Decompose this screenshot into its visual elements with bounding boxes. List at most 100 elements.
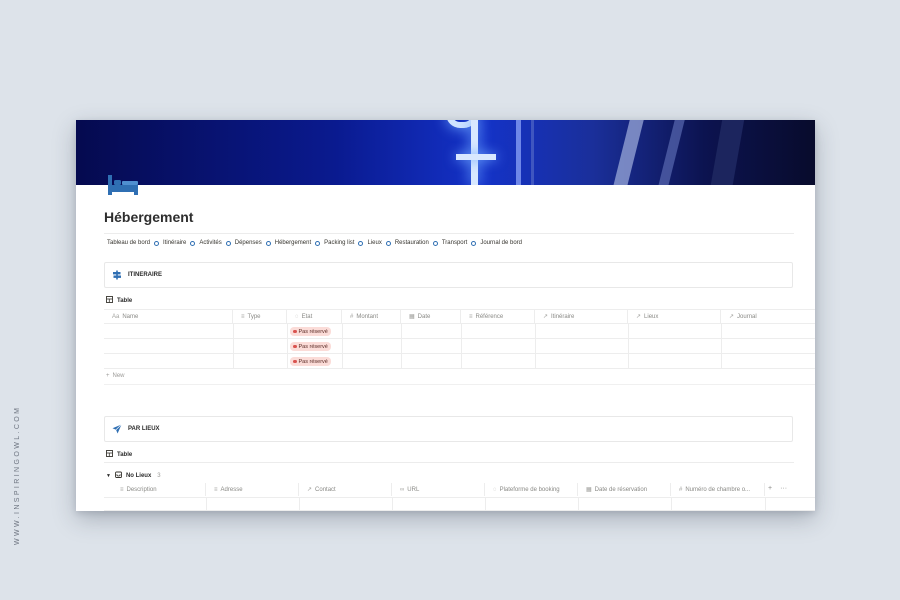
column-header-numero-chambre[interactable]: # Numéro de chambre o...	[671, 483, 765, 496]
signpost-icon	[112, 270, 122, 280]
table-actions: + ···	[768, 485, 787, 492]
breadcrumb-link[interactable]: Tableau de bord	[107, 240, 150, 246]
breadcrumb-separator-icon	[471, 240, 477, 246]
table-header: Aa Name ≡ Type ◌ Etat # Montant ▦ Date ≡ Référ…	[104, 309, 815, 324]
breadcrumb-link[interactable]: Restauration	[395, 240, 429, 246]
breadcrumb-link[interactable]: Packing list	[324, 240, 354, 246]
section-title: PAR LIEUX	[128, 426, 160, 432]
breadcrumb-separator-icon	[315, 240, 321, 246]
notion-page-window: Hébergement Tableau de bord Itinéraire A…	[76, 120, 815, 511]
breadcrumb: Tableau de bord Itinéraire Activités Dép…	[107, 240, 797, 246]
select-icon: ◌	[493, 486, 497, 493]
caret-down-icon[interactable]: ▼	[106, 473, 111, 479]
column-label: Plateforme de booking	[499, 486, 560, 493]
column-label: URL	[407, 486, 420, 493]
breadcrumb-link[interactable]: Lieux	[367, 240, 381, 246]
status-badge-label: Pas réservé	[298, 358, 328, 365]
status-badge[interactable]: Pas réservé	[290, 342, 331, 351]
view-tab-label: Table	[117, 297, 133, 304]
table-row[interactable]: Pas réservé	[104, 339, 815, 354]
column-label: Date	[417, 313, 431, 320]
more-options-button[interactable]: ···	[780, 485, 787, 492]
column-label: Référence	[475, 313, 504, 320]
column-label: Name	[122, 313, 139, 320]
column-header-type[interactable]: ≡ Type	[233, 310, 287, 323]
column-header-lieux[interactable]: ↗ Lieux	[628, 310, 721, 323]
table-icon	[106, 450, 113, 459]
breadcrumb-separator-icon	[358, 240, 364, 246]
breadcrumb-link[interactable]: Journal de bord	[480, 240, 522, 246]
status-icon: ◌	[295, 313, 299, 320]
paper-plane-icon	[112, 424, 122, 434]
divider	[104, 384, 815, 385]
new-row-label: New	[112, 373, 125, 379]
text-type-icon: Aa	[112, 313, 120, 320]
column-header-reference[interactable]: ≡ Référence	[461, 310, 535, 323]
page-title: Hébergement	[104, 209, 194, 225]
divider	[104, 233, 794, 234]
column-label: Type	[247, 313, 261, 320]
column-header-date[interactable]: ▦ Date	[401, 310, 461, 323]
breadcrumb-link[interactable]: Dépenses	[235, 240, 262, 246]
divider	[104, 462, 794, 463]
column-label: Itinéraire	[551, 313, 575, 320]
calendar-icon: ▦	[409, 314, 415, 320]
status-badge-label: Pas réservé	[298, 343, 328, 350]
text-lines-icon: ≡	[214, 486, 218, 493]
status-badge-label: Pas réservé	[298, 328, 328, 335]
column-header-itineraire[interactable]: ↗ Itinéraire	[535, 310, 628, 323]
status-badge[interactable]: Pas réservé	[290, 327, 331, 336]
link-icon: ∞	[400, 486, 405, 493]
section-callout-par-lieux: PAR LIEUX	[104, 416, 793, 442]
column-header-contact[interactable]: ↗ Contact	[299, 483, 392, 496]
column-label: Montant	[356, 313, 379, 320]
column-label: Date de réservation	[594, 486, 648, 493]
section-callout-itineraire: ITINERAIRE	[104, 262, 793, 288]
table-row[interactable]: Pas réservé	[104, 324, 815, 339]
relation-arrow-icon: ↗	[729, 314, 735, 320]
column-header-etat[interactable]: ◌ Etat	[287, 310, 342, 323]
relation-arrow-icon: ↗	[543, 314, 549, 320]
column-label: Numéro de chambre o...	[685, 486, 751, 493]
group-header-no-lieux[interactable]: ▼ No Lieux 3	[106, 471, 161, 480]
add-column-button[interactable]: +	[768, 485, 772, 492]
watermark-text: WWW.INSPIRINGOWL.COM	[14, 405, 21, 545]
table-header: ≡ Description ≡ Adresse ↗ Contact ∞ URL ◌ Pla…	[104, 483, 815, 498]
column-header-name[interactable]: Aa Name	[104, 310, 233, 323]
table-row[interactable]	[104, 498, 815, 511]
breadcrumb-separator-icon	[432, 240, 438, 246]
calendar-icon: ▦	[586, 487, 592, 493]
section-title: ITINERAIRE	[128, 272, 163, 278]
breadcrumb-separator-icon	[225, 240, 231, 246]
column-header-adresse[interactable]: ≡ Adresse	[206, 483, 299, 496]
breadcrumb-link[interactable]: Hébergement	[275, 240, 311, 246]
column-header-url[interactable]: ∞ URL	[392, 483, 485, 496]
number-icon: #	[679, 486, 683, 493]
column-label: Etat	[301, 313, 313, 320]
group-name: No Lieux	[125, 472, 152, 479]
breadcrumb-link[interactable]: Itinéraire	[163, 240, 186, 246]
relation-arrow-icon: ↗	[636, 314, 642, 320]
breadcrumb-link[interactable]: Activités	[199, 240, 221, 246]
view-tab-table[interactable]: Table	[106, 450, 132, 459]
number-icon: #	[350, 313, 354, 320]
new-row-button[interactable]: + New	[106, 373, 125, 379]
plus-icon: +	[106, 373, 110, 379]
status-badge[interactable]: Pas réservé	[290, 357, 331, 366]
column-label: Journal	[737, 313, 757, 320]
column-header-date-reservation[interactable]: ▦ Date de réservation	[578, 483, 671, 496]
column-header-plateforme[interactable]: ◌ Plateforme de booking	[485, 483, 578, 496]
bed-icon[interactable]	[106, 171, 140, 197]
list-icon: ≡	[241, 313, 245, 320]
column-header-journal[interactable]: ↗ Journal	[721, 310, 815, 323]
column-header-description[interactable]: ≡ Description	[112, 483, 206, 496]
column-label: Lieux	[644, 313, 659, 320]
breadcrumb-link[interactable]: Transport	[442, 240, 467, 246]
column-header-montant[interactable]: # Montant	[342, 310, 401, 323]
table-row[interactable]: Pas réservé	[104, 354, 815, 369]
view-tab-table[interactable]: Table	[106, 296, 132, 305]
inbox-icon	[115, 471, 122, 480]
column-label: Contact	[315, 486, 336, 493]
cover-image	[76, 120, 815, 185]
column-label: Adresse	[220, 486, 243, 493]
